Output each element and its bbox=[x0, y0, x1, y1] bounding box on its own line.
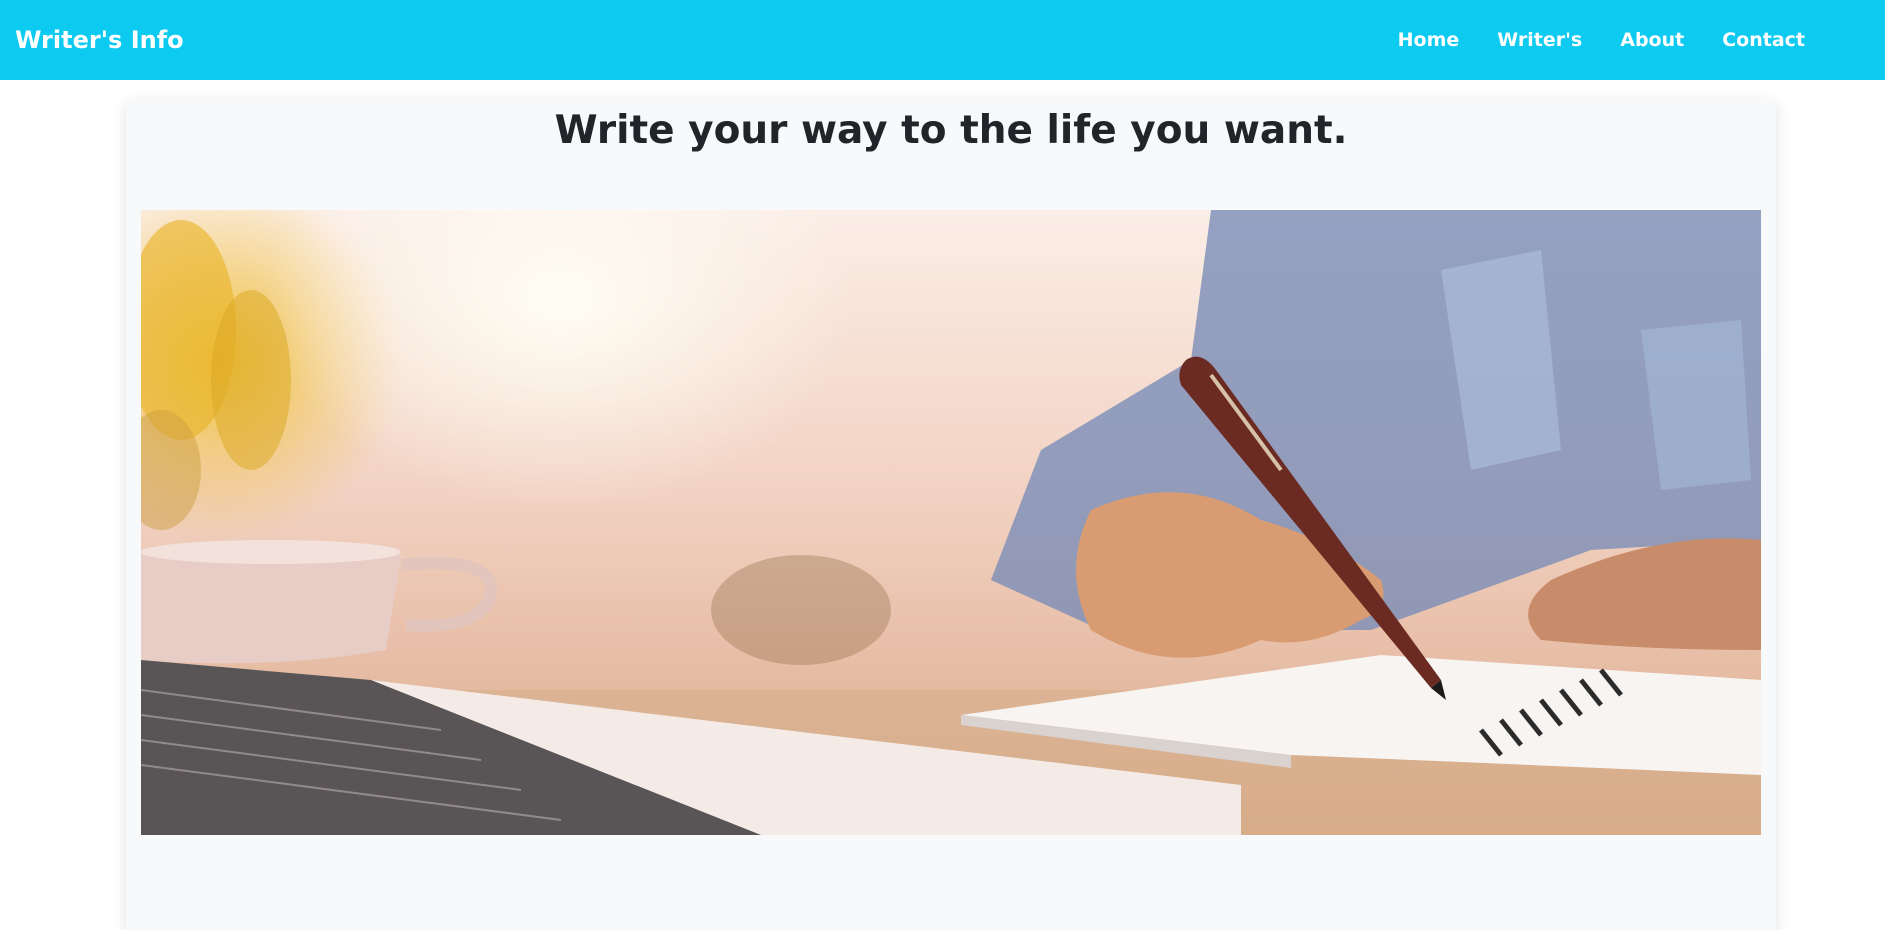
plant-leaves bbox=[141, 220, 291, 530]
nav-links: Home Writer's About Contact bbox=[1398, 0, 1805, 80]
hero-illustration bbox=[141, 210, 1761, 835]
page-headline: Write your way to the life you want. bbox=[554, 108, 1348, 153]
brand-link[interactable]: Writer's Info bbox=[15, 0, 184, 80]
nav-link-about[interactable]: About bbox=[1620, 29, 1684, 51]
nav-link-home[interactable]: Home bbox=[1398, 29, 1460, 51]
background-plant bbox=[711, 555, 891, 665]
nav-link-writers[interactable]: Writer's bbox=[1497, 29, 1582, 51]
navbar: Writer's Info Home Writer's About Contac… bbox=[0, 0, 1885, 80]
coffee-cup bbox=[141, 540, 498, 664]
nav-link-contact[interactable]: Contact bbox=[1722, 29, 1805, 51]
hero-card: Write your way to the life you want. bbox=[126, 100, 1776, 930]
hero-image bbox=[141, 210, 1761, 835]
